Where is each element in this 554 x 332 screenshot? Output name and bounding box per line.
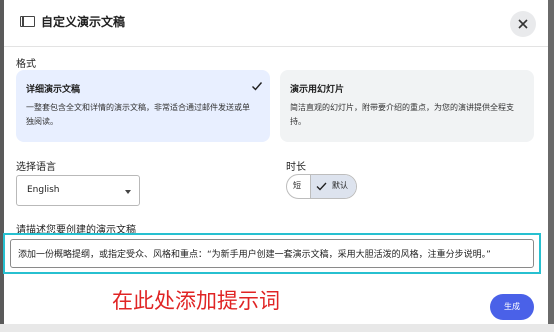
prompt-annotation: 在此处添加提示词 bbox=[112, 289, 280, 313]
format-option-description: 一整套包含全文和详情的演示文稿，非常适合通过邮件发送或单独阅读。 bbox=[26, 103, 250, 126]
prompt-input-text: 添加一份概略提纲，或指定受众、风格和重点：“为新手用户创建一套演示文稿，采用大胆… bbox=[18, 250, 491, 260]
language-label: 选择语言 bbox=[16, 162, 56, 173]
format-option-description: 简洁直观的幻灯片，附带要介绍的重点，为您的演讲提供全程支持。 bbox=[290, 103, 514, 126]
format-option-detailed[interactable]: 详细演示文稿 一整套包含全文和详情的演示文稿，非常适合通过邮件发送或单独阅读。 bbox=[16, 70, 270, 142]
generate-button-label: 生成 bbox=[504, 302, 520, 311]
length-option-label: 默认 bbox=[332, 181, 348, 190]
prompt-highlight-box: 添加一份概略提纲，或指定受众、风格和重点：“为新手用户创建一套演示文稿，采用大胆… bbox=[3, 233, 541, 274]
background-bottom-edge bbox=[0, 324, 554, 332]
presentation-icon bbox=[20, 16, 35, 27]
language-select-value: English bbox=[27, 185, 60, 195]
format-option-slides[interactable]: 演示用幻灯片 简洁直观的幻灯片，附带要介绍的重点，为您的演讲提供全程支持。 bbox=[280, 70, 534, 142]
check-icon bbox=[316, 182, 327, 191]
length-segmented-control: 短 默认 bbox=[286, 174, 357, 199]
format-option-title: 演示用幻灯片 bbox=[290, 85, 345, 95]
length-label: 时长 bbox=[286, 162, 306, 173]
customize-presentation-dialog: 自定义演示文稿 格式 详细演示文稿 一整套包含全文和详情的演示文稿，非常适合通过… bbox=[3, 0, 548, 324]
background-right-edge bbox=[548, 0, 554, 332]
format-option-title: 详细演示文稿 bbox=[26, 85, 81, 95]
length-option-label: 短 bbox=[293, 181, 301, 190]
dialog-header: 自定义演示文稿 bbox=[4, 0, 548, 47]
generate-button[interactable]: 生成 bbox=[490, 294, 534, 320]
length-option-short[interactable]: 短 bbox=[287, 175, 310, 198]
close-button[interactable] bbox=[510, 11, 536, 37]
format-label: 格式 bbox=[16, 59, 36, 70]
dialog-title: 自定义演示文稿 bbox=[41, 15, 126, 29]
language-select[interactable]: English bbox=[16, 175, 140, 206]
caret-down-icon bbox=[125, 190, 131, 194]
prompt-input[interactable]: 添加一份概略提纲，或指定受众、风格和重点：“为新手用户创建一套演示文稿，采用大胆… bbox=[10, 239, 534, 268]
close-icon bbox=[518, 19, 528, 29]
check-icon bbox=[252, 82, 263, 91]
length-option-default[interactable]: 默认 bbox=[311, 175, 356, 198]
